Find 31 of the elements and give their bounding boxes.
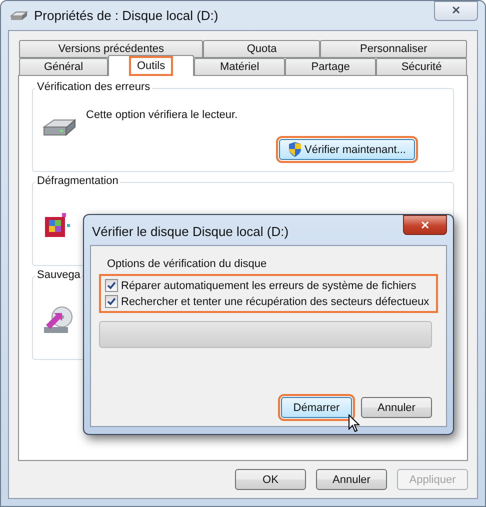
checkbox-option[interactable]: Réparer automatiquement les erreurs de système de fichiers (105, 279, 432, 292)
tab[interactable]: Matériel (194, 58, 286, 76)
dialog-button[interactable]: Annuler (361, 397, 432, 418)
dialog-title: Vérifier le disque Disque local (D:) (92, 224, 290, 238)
tab[interactable]: Général (19, 58, 108, 76)
close-button[interactable]: ✕ (403, 215, 447, 235)
drive-icon (10, 10, 28, 20)
hard-drive-icon (42, 117, 76, 139)
description-text: Cette option vérifiera le lecteur. (86, 109, 239, 121)
backup-icon (42, 305, 74, 335)
group-title: Sauvega (35, 269, 82, 281)
checkbox-option[interactable]: Rechercher et tenter une récupération des secteurs défectueux (105, 295, 432, 308)
check-now-button[interactable]: Vérifier maintenant... (278, 139, 415, 160)
checkbox[interactable] (105, 279, 118, 292)
dialog-button[interactable]: Annuler (316, 469, 387, 490)
group-title: Vérification des erreurs (35, 81, 152, 93)
tab[interactable]: Outils (108, 55, 194, 76)
window-title: Propriétés de : Disque local (D:) (34, 8, 220, 23)
tab[interactable]: Sécurité (376, 58, 467, 76)
dialog-button[interactable]: Démarrer (281, 397, 352, 418)
tab[interactable]: Versions précédentes (19, 40, 204, 58)
checkbox[interactable] (105, 295, 118, 308)
mouse-cursor-icon (348, 414, 360, 433)
group-title: Options de vérification du disque (107, 258, 268, 270)
group-title: Défragmentation (35, 175, 120, 187)
tab[interactable]: Quota (203, 40, 320, 58)
close-button[interactable]: ✕ (434, 0, 478, 20)
dialog-button[interactable]: OK (235, 469, 306, 490)
tab[interactable]: Partage (285, 58, 376, 76)
shield-icon (288, 142, 302, 157)
tab[interactable]: Personnaliser (320, 40, 467, 58)
